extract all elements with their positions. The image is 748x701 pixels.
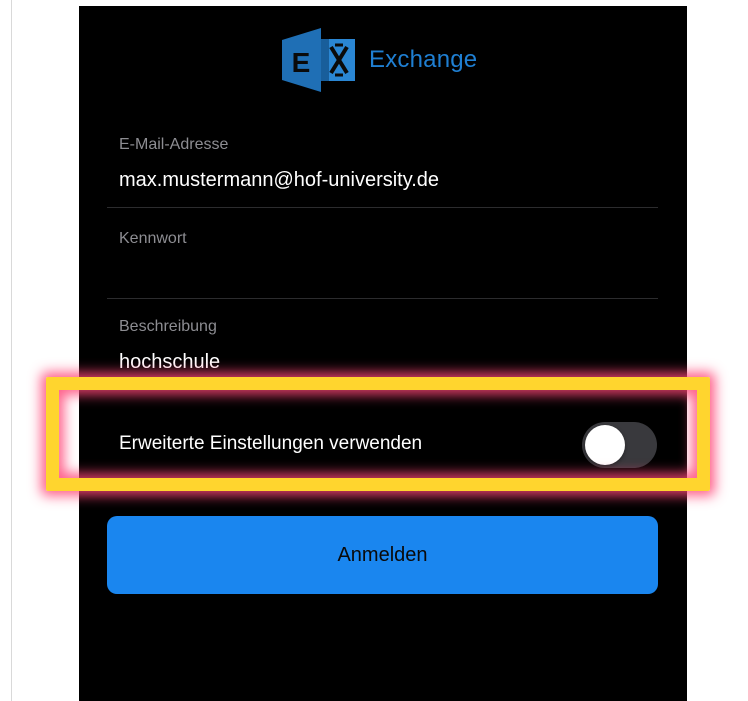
exchange-logo-icon: E [279, 25, 359, 95]
description-field[interactable]: hochschule [119, 351, 220, 374]
toggle-knob [585, 425, 625, 465]
account-setup-screen: E Exchange E-Mail-Adresse max.mustermann… [79, 6, 687, 701]
login-button[interactable]: Anmelden [107, 516, 658, 594]
exchange-logo-text: Exchange [369, 46, 478, 73]
svg-text:E: E [292, 47, 311, 78]
left-border-line [11, 0, 12, 701]
description-label: Beschreibung [119, 318, 217, 335]
divider [107, 207, 658, 208]
email-field[interactable]: max.mustermann@hof-university.de [119, 169, 439, 192]
password-field[interactable] [119, 263, 639, 289]
advanced-settings-label: Erweiterte Einstellungen verwenden [119, 433, 423, 454]
password-label: Kennwort [119, 230, 187, 247]
email-label: E-Mail-Adresse [119, 136, 229, 153]
exchange-logo: E Exchange [279, 25, 477, 95]
advanced-settings-toggle[interactable] [582, 422, 657, 468]
divider [107, 298, 658, 299]
